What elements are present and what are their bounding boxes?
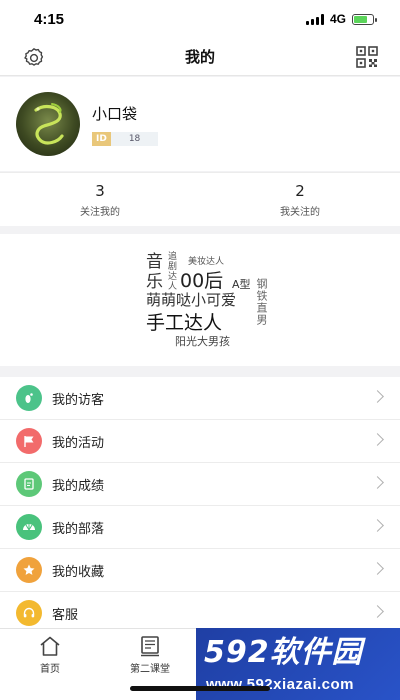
tab-second-classroom-label: 第二课堂 xyxy=(130,664,170,675)
qr-code-icon[interactable] xyxy=(356,46,378,68)
menu-label-visitors: 我的访客 xyxy=(52,392,105,408)
followers-label: 关注我的 xyxy=(80,206,120,218)
tag-meizhuang: 美妆达人 xyxy=(188,257,225,267)
tag-yangguang: 阳光大男孩 xyxy=(175,335,230,348)
id-label: ID xyxy=(92,131,111,146)
headset-icon xyxy=(16,600,42,626)
signal-icon xyxy=(305,13,324,25)
snake-logo-icon xyxy=(34,103,64,145)
user-id-badge: ID 18 xyxy=(92,131,159,146)
following-stat[interactable]: 2 我关注的 xyxy=(200,173,400,226)
menu-label-support: 客服 xyxy=(52,607,79,623)
star-icon xyxy=(16,557,42,583)
username: 小口袋 xyxy=(92,104,138,123)
tag-music-2: 乐 xyxy=(146,272,163,292)
classroom-icon xyxy=(141,636,159,657)
chevron-right-icon xyxy=(371,562,384,575)
avatar[interactable] xyxy=(16,92,80,156)
chevron-right-icon xyxy=(371,433,384,446)
nav-header: 我的 xyxy=(0,38,400,76)
menu-label-grades: 我的成绩 xyxy=(52,478,105,494)
status-indicators: 4G xyxy=(305,12,377,26)
tribe-icon xyxy=(16,514,42,540)
followers-count: 3 xyxy=(95,181,105,200)
tag-cloud: 音 乐 追剧达人 美妆达人 00后 A型 钢铁直男 萌萌哒小可爱 手工达人 阳光… xyxy=(0,234,400,366)
menu-item-favorites[interactable]: 我的收藏 xyxy=(0,549,400,592)
menu-item-tribe[interactable]: 我的部落 xyxy=(0,506,400,549)
menu-label-favorites: 我的收藏 xyxy=(52,564,105,580)
tab-home[interactable]: 首页 xyxy=(0,629,100,700)
tag-music-1: 音 xyxy=(146,252,163,272)
tag-shougong: 手工达人 xyxy=(146,312,223,334)
status-bar: 4:15 4G xyxy=(0,0,400,38)
profile-card[interactable]: 小口袋 ID 18 xyxy=(0,77,400,171)
chevron-right-icon xyxy=(371,476,384,489)
menu-label-activities: 我的活动 xyxy=(52,435,105,451)
tag-axing: A型 xyxy=(232,278,251,291)
profile-info: 小口袋 ID 18 xyxy=(92,103,159,146)
tag-houbei: 00后 xyxy=(180,270,224,292)
report-icon xyxy=(16,471,42,497)
watermark-main: 592软件园 xyxy=(204,635,363,670)
tag-zhuiju: 追剧达人 xyxy=(166,251,176,291)
follow-stats: 3 关注我的 2 我关注的 xyxy=(0,172,400,226)
tag-mengmeng: 萌萌哒小可爱 xyxy=(146,291,237,309)
menu-item-activities[interactable]: 我的活动 xyxy=(0,420,400,463)
followers-stat[interactable]: 3 关注我的 xyxy=(0,173,200,226)
following-count: 2 xyxy=(295,181,305,200)
flag-icon xyxy=(16,428,42,454)
tag-gangtie: 钢铁直男 xyxy=(255,278,268,326)
chevron-right-icon xyxy=(371,519,384,532)
following-label: 我关注的 xyxy=(280,206,320,218)
home-indicator xyxy=(130,686,270,691)
menu-item-grades[interactable]: 我的成绩 xyxy=(0,463,400,506)
settings-icon[interactable] xyxy=(22,46,46,70)
chevron-right-icon xyxy=(371,605,384,618)
menu-item-visitors[interactable]: 我的访客 xyxy=(0,377,400,420)
menu-list: 我的访客 我的活动 我的成绩 我的部落 我的收藏 客服 xyxy=(0,377,400,635)
menu-label-tribe: 我的部落 xyxy=(52,521,105,537)
network-type: 4G xyxy=(329,12,346,26)
page-title: 我的 xyxy=(184,48,215,66)
home-icon xyxy=(40,636,60,656)
battery-icon xyxy=(352,13,377,25)
chevron-right-icon xyxy=(371,390,384,403)
tab-home-label: 首页 xyxy=(40,664,60,675)
id-value: 18 xyxy=(110,131,159,146)
status-time: 4:15 xyxy=(34,10,65,28)
footprint-icon xyxy=(16,385,42,411)
